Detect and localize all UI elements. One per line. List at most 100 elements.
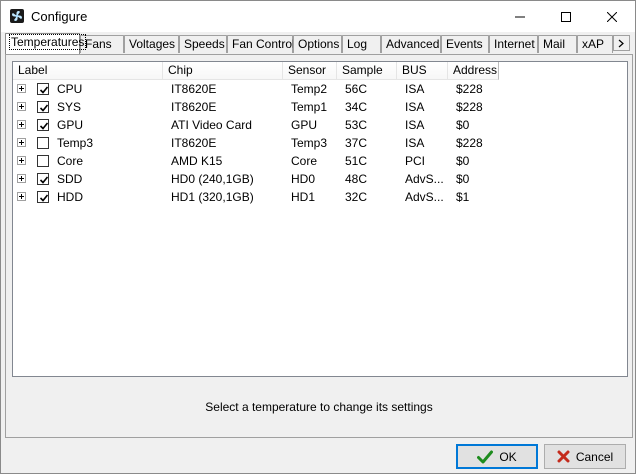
maximize-icon	[561, 11, 571, 22]
tab-voltages[interactable]: Voltages	[124, 35, 179, 53]
tab-fan-control[interactable]: Fan Control	[227, 35, 295, 53]
cell-sample: 34C	[345, 100, 368, 114]
cell-sensor: Temp1	[291, 100, 328, 114]
table-row[interactable]: Temp3 IT8620E Temp3 37C ISA $228	[13, 134, 627, 152]
close-button[interactable]	[589, 1, 635, 32]
tab-fans[interactable]: Fans	[80, 35, 124, 53]
cell-sample: 51C	[345, 154, 368, 168]
cell-label: SYS	[57, 100, 82, 114]
checkmark-icon	[477, 450, 494, 463]
cancel-label: Cancel	[575, 449, 614, 464]
tab-speeds[interactable]: Speeds	[179, 35, 227, 53]
cell-bus: PCI	[405, 154, 426, 168]
cell-sensor: Core	[291, 154, 318, 168]
tab-options[interactable]: Options	[293, 35, 342, 53]
column-header-bus[interactable]: BUS	[397, 62, 448, 80]
cell-sensor: Temp2	[291, 82, 328, 96]
column-header-chip[interactable]: Chip	[163, 62, 283, 80]
row-checkbox[interactable]	[37, 83, 49, 95]
plus-expander-icon[interactable]	[17, 102, 26, 111]
row-checkbox[interactable]	[37, 101, 49, 113]
minimize-button[interactable]	[497, 1, 543, 32]
tab-strip: Temperatures Fans Voltages Speeds Fan Co…	[5, 33, 633, 54]
row-checkbox[interactable]	[37, 191, 49, 203]
cancel-button[interactable]: Cancel	[544, 444, 626, 469]
cell-bus: ISA	[405, 136, 425, 150]
plus-expander-icon[interactable]	[17, 174, 26, 183]
column-header-address[interactable]: Address	[448, 62, 499, 80]
cell-address: $228	[456, 82, 483, 96]
plus-expander-icon[interactable]	[17, 84, 26, 93]
table-row[interactable]: CPU IT8620E Temp2 56C ISA $228	[13, 80, 627, 98]
cell-sample: 56C	[345, 82, 368, 96]
tab-advanced[interactable]: Advanced	[381, 35, 441, 53]
row-checkbox[interactable]	[37, 137, 49, 149]
cell-address: $0	[456, 154, 470, 168]
row-checkbox[interactable]	[37, 119, 49, 131]
plus-expander-icon[interactable]	[17, 138, 26, 147]
tab-scroll-button[interactable]	[613, 35, 630, 51]
plus-expander-icon[interactable]	[17, 156, 26, 165]
cell-sensor: Temp3	[291, 136, 328, 150]
temperatures-panel: Label Chip Sensor Sample BUS Address CPU…	[5, 54, 633, 438]
cell-label: Temp3	[57, 136, 94, 150]
cell-chip: IT8620E	[171, 100, 217, 114]
column-header-sample[interactable]: Sample	[337, 62, 397, 80]
cell-chip: IT8620E	[171, 136, 217, 150]
cell-chip: HD0 (240,1GB)	[171, 172, 254, 186]
cell-sample: 32C	[345, 190, 368, 204]
table-row[interactable]: Core AMD K15 Core 51C PCI $0	[13, 152, 627, 170]
table-row[interactable]: HDD HD1 (320,1GB) HD1 32C AdvS... $1	[13, 188, 627, 206]
cell-address: $228	[456, 136, 483, 150]
cell-label: CPU	[57, 82, 83, 96]
maximize-button[interactable]	[543, 1, 589, 32]
row-checkbox[interactable]	[37, 155, 49, 167]
list-header: Label Chip Sensor Sample BUS Address	[13, 62, 627, 80]
fan-icon	[10, 9, 24, 23]
cell-sensor: HD1	[291, 190, 316, 204]
tab-internet[interactable]: Internet	[489, 35, 538, 53]
red-x-icon	[557, 450, 570, 463]
cell-label: SDD	[57, 172, 83, 186]
cell-label: HDD	[57, 190, 83, 204]
cell-sample: 53C	[345, 118, 368, 132]
table-row[interactable]: SDD HD0 (240,1GB) HD0 48C AdvS... $0	[13, 170, 627, 188]
close-icon	[607, 11, 617, 22]
row-checkbox[interactable]	[37, 173, 49, 185]
cell-bus: ISA	[405, 100, 425, 114]
cell-address: $0	[456, 118, 470, 132]
cell-chip: HD1 (320,1GB)	[171, 190, 254, 204]
window-title: Configure	[31, 9, 88, 24]
cell-address: $1	[456, 190, 470, 204]
ok-button[interactable]: OK	[456, 444, 538, 469]
cell-sensor: HD0	[291, 172, 316, 186]
cell-address: $0	[456, 172, 470, 186]
temperature-list[interactable]: Label Chip Sensor Sample BUS Address CPU…	[12, 61, 628, 377]
cell-chip: IT8620E	[171, 82, 217, 96]
minimize-icon	[515, 16, 525, 17]
cell-label: Core	[57, 154, 84, 168]
tab-xap[interactable]: xAP	[577, 35, 613, 53]
ok-label: OK	[499, 449, 517, 464]
cell-chip: ATI Video Card	[171, 118, 252, 132]
tab-mail[interactable]: Mail	[538, 35, 577, 53]
tab-events[interactable]: Events	[441, 35, 489, 53]
plus-expander-icon[interactable]	[17, 192, 26, 201]
tab-temperatures[interactable]: Temperatures	[5, 33, 87, 54]
status-message: Select a temperature to change its setti…	[205, 400, 433, 414]
column-header-label[interactable]: Label	[13, 62, 163, 80]
table-row[interactable]: GPU ATI Video Card GPU 53C ISA $0	[13, 116, 627, 134]
cell-bus: AdvS...	[405, 172, 444, 186]
cell-sample: 48C	[345, 172, 368, 186]
cell-bus: AdvS...	[405, 190, 444, 204]
cell-bus: ISA	[405, 82, 425, 96]
cell-chip: AMD K15	[171, 154, 223, 168]
cell-sensor: GPU	[291, 118, 318, 132]
tab-scroll-icon	[618, 39, 624, 47]
cell-address: $228	[456, 100, 483, 114]
tab-log[interactable]: Log	[342, 35, 381, 53]
title-bar[interactable]: Configure	[1, 1, 635, 32]
column-header-sensor[interactable]: Sensor	[283, 62, 337, 80]
table-row[interactable]: SYS IT8620E Temp1 34C ISA $228	[13, 98, 627, 116]
plus-expander-icon[interactable]	[17, 120, 26, 129]
